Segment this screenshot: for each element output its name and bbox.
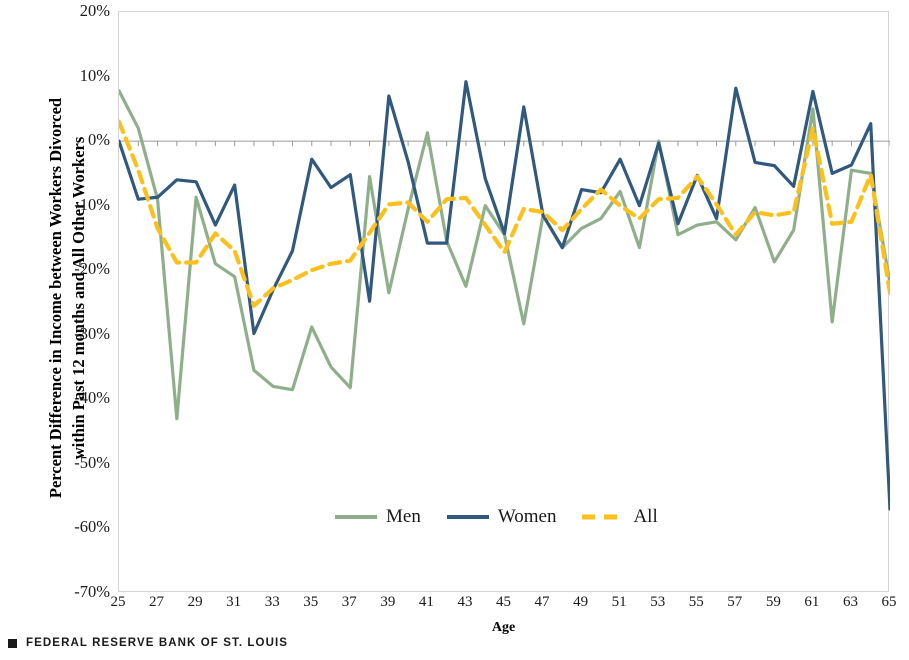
- legend-item-all[interactable]: All: [582, 506, 658, 528]
- x-axis-tick-label: 53: [650, 594, 666, 610]
- square-mark-icon: [8, 638, 17, 648]
- x-axis-tick-label: 47: [534, 594, 550, 610]
- x-axis-tick-label: 31: [226, 594, 242, 610]
- x-axis-tick-label: 55: [688, 594, 704, 610]
- legend-label: Men: [386, 506, 421, 527]
- x-axis-tick-label: 43: [457, 594, 473, 610]
- y-axis-tick-label: -30%: [74, 323, 110, 343]
- chart-page: Percent Difference in Income between Wor…: [0, 0, 909, 660]
- x-axis-tick-label: 63: [842, 594, 858, 610]
- chart-legend: Men Women All: [335, 504, 658, 530]
- y-axis-tick-label: 0%: [88, 130, 110, 150]
- y-axis-tick-label: 10%: [79, 65, 110, 85]
- x-axis-tick-label: 39: [380, 594, 396, 610]
- legend-item-women[interactable]: Women: [446, 506, 557, 528]
- x-axis-tick-label: 37: [341, 594, 357, 610]
- legend-label: Women: [497, 506, 557, 527]
- footer-label: FEDERAL RESERVE BANK OF ST. LOUIS: [26, 637, 289, 649]
- x-axis-tick-label: 29: [187, 594, 203, 610]
- y-axis-tick-label: -50%: [74, 452, 110, 472]
- footer: FEDERAL RESERVE BANK OF ST. LOUIS: [8, 637, 288, 649]
- y-axis-tick-label: -60%: [74, 517, 110, 537]
- legend-swatch-women: [446, 515, 489, 519]
- x-axis-tick-label: 59: [765, 594, 781, 610]
- legend-item-men[interactable]: Men: [335, 506, 421, 528]
- y-axis-tick-label: -10%: [74, 194, 110, 214]
- x-axis-tick-label: 65: [881, 594, 897, 610]
- x-axis-tick-label: 35: [303, 594, 319, 610]
- x-axis-tick-label: 41: [418, 594, 434, 610]
- x-axis-tick-label: 61: [804, 594, 820, 610]
- x-axis-tick-label: 49: [573, 594, 589, 610]
- legend-swatch-all: [582, 514, 625, 520]
- x-axis-tick-label: 33: [264, 594, 280, 610]
- x-axis-tick-label: 25: [110, 594, 126, 610]
- x-axis-tick-labels: 25 27 29 31 33 35 37 39 41 43 45 47 49 51 53 55 57 59 61 63…: [111, 594, 897, 616]
- legend-label: All: [633, 506, 658, 527]
- x-axis-tick-label: 57: [727, 594, 743, 610]
- legend-swatch-men: [335, 515, 377, 519]
- x-axis-tick-label: 45: [496, 594, 511, 610]
- y-axis-tick-label: 20%: [79, 1, 110, 20]
- y-axis-tick-labels: 20% 10% 0% -10% -20% -30% -40% -50% -60% -70%: [52, 0, 110, 620]
- y-axis-tick-label: -20%: [74, 259, 110, 279]
- x-axis-title: Age: [491, 620, 516, 635]
- x-axis-tick-label: 27: [149, 594, 165, 610]
- y-axis-tick-label: -40%: [74, 388, 110, 408]
- x-axis-tick-label: 51: [611, 594, 627, 610]
